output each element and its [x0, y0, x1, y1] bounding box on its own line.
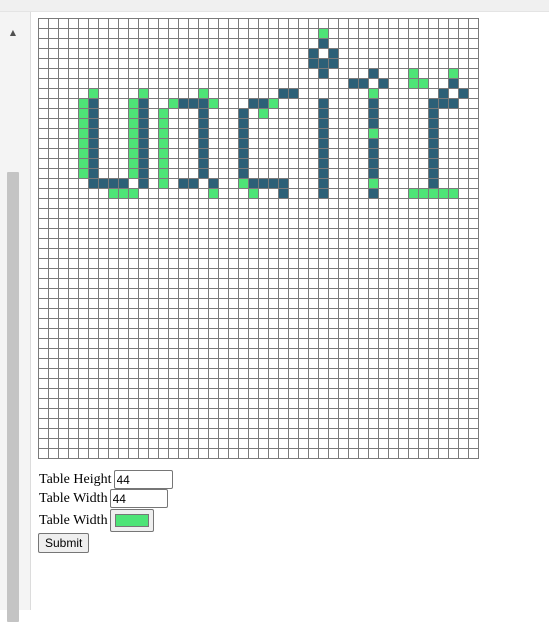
pixel-canvas[interactable]	[38, 18, 489, 469]
grid-cell[interactable]	[468, 448, 479, 459]
color-picker[interactable]	[109, 509, 154, 532]
height-input[interactable]	[113, 470, 173, 489]
color-swatch	[114, 514, 149, 527]
width-label: Table Width	[39, 490, 108, 506]
submit-button[interactable]: Submit	[38, 533, 90, 553]
scroll-up-arrow-icon[interactable]: ▲	[6, 26, 20, 38]
color-row: Table Width	[39, 509, 154, 532]
width-row: Table Width	[39, 489, 168, 508]
left-pane: ▲	[0, 12, 31, 622]
color-label: Table Width	[39, 512, 108, 528]
width-input[interactable]	[109, 489, 168, 508]
scrollbar[interactable]	[7, 172, 19, 622]
height-row: Table Height	[39, 470, 173, 489]
top-strip	[0, 0, 549, 12]
height-label: Table Height	[39, 471, 112, 487]
